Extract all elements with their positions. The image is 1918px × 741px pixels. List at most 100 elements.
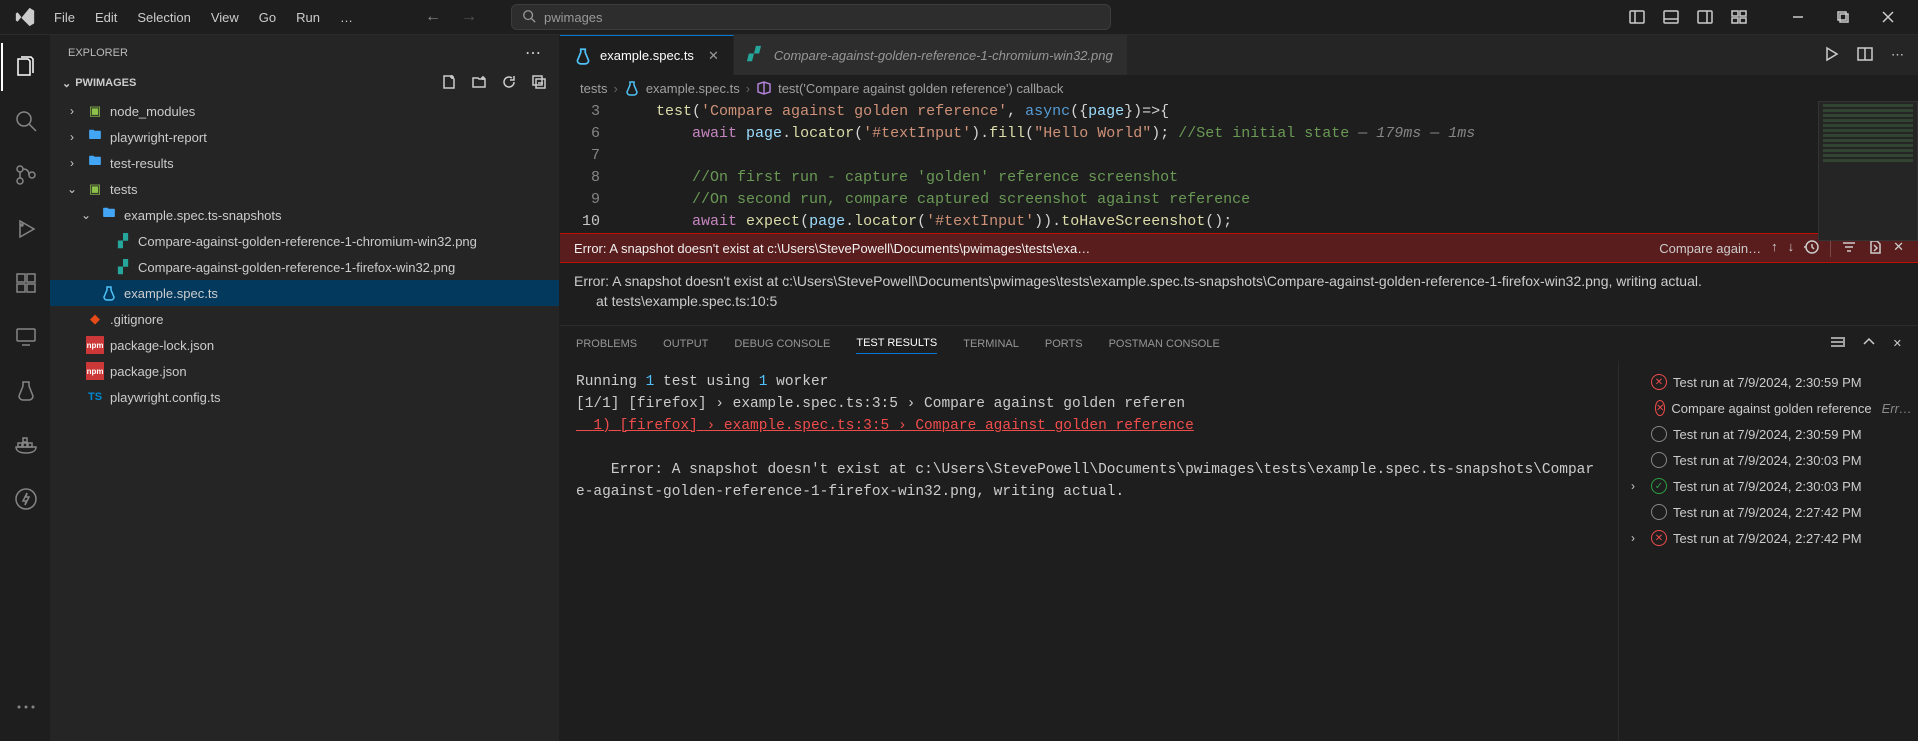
image-icon: ▞ (748, 46, 766, 64)
tree-file-snap-firefox[interactable]: ▞Compare-against-golden-reference-1-fire… (50, 254, 559, 280)
explorer-section-header[interactable]: ⌄ PWIMAGES (50, 70, 559, 96)
activity-search-icon[interactable] (1, 97, 49, 145)
breadcrumb-item[interactable]: test('Compare against golden reference')… (778, 81, 1063, 96)
more-icon[interactable]: ⋯ (1891, 47, 1904, 63)
close-icon[interactable]: ✕ (1893, 239, 1904, 258)
panel-tab-test-results[interactable]: TEST RESULTS (856, 333, 937, 354)
explorer-title: EXPLORER (68, 47, 128, 59)
test-run-item[interactable]: ›✓Test run at 7/9/2024, 2:30:03 PM (1623, 473, 1914, 499)
tree-folder-playwright-report[interactable]: ›🖿playwright-report (50, 124, 559, 150)
maximize-icon[interactable] (1820, 0, 1865, 35)
command-center[interactable]: pwimages (511, 4, 1111, 30)
layout-right-icon[interactable] (1697, 9, 1713, 25)
activity-docker-icon[interactable] (1, 421, 49, 469)
code-lines[interactable]: test('Compare against golden reference',… (620, 101, 1918, 233)
activity-testing-icon[interactable] (1, 367, 49, 415)
history-icon[interactable] (1804, 239, 1820, 258)
arrow-up-icon[interactable]: ↑ (1771, 239, 1778, 258)
tab-example-spec[interactable]: example.spec.ts ✕ (560, 35, 734, 75)
filter-icon[interactable] (1841, 239, 1857, 258)
nav-back-icon[interactable]: ← (425, 8, 441, 26)
menu-file[interactable]: File (46, 6, 83, 29)
tree-file-snap-chromium[interactable]: ▞Compare-against-golden-reference-1-chro… (50, 228, 559, 254)
menu-edit[interactable]: Edit (87, 6, 125, 29)
test-run-item[interactable]: ✕Compare against golden referenceErr… (1623, 395, 1914, 421)
run-label: Compare against golden reference (1671, 401, 1871, 416)
activity-remote-icon[interactable] (1, 313, 49, 361)
tab-snapshot-image[interactable]: ▞ Compare-against-golden-reference-1-chr… (734, 35, 1128, 75)
test-run-item[interactable]: ›✕Test run at 7/9/2024, 2:27:42 PM (1623, 525, 1914, 551)
panel-tab-postman[interactable]: POSTMAN CONSOLE (1109, 334, 1220, 354)
tree-folder-tests[interactable]: ⌄▣tests (50, 176, 559, 202)
test-output[interactable]: Running 1 test using 1 worker [1/1] [fir… (560, 361, 1618, 741)
explorer-more-icon[interactable]: ⋯ (525, 43, 541, 63)
activity-scm-icon[interactable] (1, 151, 49, 199)
menu-go[interactable]: Go (251, 6, 284, 29)
panel-tab-debug-console[interactable]: DEBUG CONSOLE (734, 334, 830, 354)
editor-tab-actions: ⋯ (1823, 35, 1918, 75)
titlebar-right (1629, 0, 1910, 35)
tree-file-playwright-config[interactable]: TSplaywright.config.ts (50, 384, 559, 410)
window-controls (1775, 0, 1910, 35)
chevron-up-icon[interactable] (1861, 334, 1877, 353)
run-label: Test run at 7/9/2024, 2:30:59 PM (1673, 375, 1862, 390)
tree-file-example-spec[interactable]: example.spec.ts (50, 280, 559, 306)
collapse-all-icon[interactable] (531, 74, 547, 93)
menu-more[interactable]: … (332, 6, 361, 29)
peek-error-body[interactable]: Error: A snapshot doesn't exist at c:\Us… (560, 263, 1918, 325)
activity-thunder-icon[interactable] (1, 475, 49, 523)
menu-selection[interactable]: Selection (129, 6, 198, 29)
list-icon[interactable] (1829, 334, 1845, 353)
panel-tab-problems[interactable]: PROBLEMS (576, 334, 637, 354)
panel-tab-terminal[interactable]: TERMINAL (963, 334, 1019, 354)
breadcrumb-item[interactable]: example.spec.ts (646, 81, 740, 96)
close-icon[interactable]: ✕ (1893, 337, 1902, 350)
close-icon[interactable]: ✕ (708, 48, 719, 64)
layout-bottom-icon[interactable] (1663, 9, 1679, 25)
code-editor[interactable]: 3 6 7 8 9 10 test('Compare against golde… (560, 101, 1918, 233)
menu-view[interactable]: View (203, 6, 247, 29)
arrow-down-icon[interactable]: ↓ (1788, 239, 1795, 258)
new-file-icon[interactable] (441, 74, 457, 93)
test-run-item[interactable]: ✕Test run at 7/9/2024, 2:30:59 PM (1623, 369, 1914, 395)
activity-explorer-icon[interactable] (1, 43, 49, 91)
test-run-item[interactable]: Test run at 7/9/2024, 2:30:59 PM (1623, 421, 1914, 447)
activity-extensions-icon[interactable] (1, 259, 49, 307)
goto-file-icon[interactable] (1867, 239, 1883, 258)
editor-tabs: example.spec.ts ✕ ▞ Compare-against-gold… (560, 35, 1918, 75)
chevron-right-icon: › (613, 81, 617, 96)
split-editor-icon[interactable] (1857, 46, 1873, 65)
search-icon (522, 9, 536, 26)
test-file-icon (624, 80, 640, 96)
tree-folder-test-results[interactable]: ›🖿test-results (50, 150, 559, 176)
editor-area: example.spec.ts ✕ ▞ Compare-against-gold… (560, 35, 1918, 741)
test-run-item[interactable]: Test run at 7/9/2024, 2:30:03 PM (1623, 447, 1914, 473)
tree-file-gitignore[interactable]: ◆.gitignore (50, 306, 559, 332)
panel-tab-ports[interactable]: PORTS (1045, 334, 1083, 354)
menu-run[interactable]: Run (288, 6, 328, 29)
breadcrumbs[interactable]: tests › example.spec.ts › test('Compare … (560, 75, 1918, 101)
refresh-icon[interactable] (501, 74, 517, 93)
close-icon[interactable] (1865, 0, 1910, 35)
explorer-actions (441, 74, 547, 93)
breadcrumb-item[interactable]: tests (580, 81, 607, 96)
new-folder-icon[interactable] (471, 74, 487, 93)
minimize-icon[interactable] (1775, 0, 1820, 35)
error-message: Error: A snapshot doesn't exist at c:\Us… (574, 241, 1090, 256)
chevron-icon: › (1631, 479, 1645, 493)
folder-icon: ▣ (86, 180, 104, 198)
layout-grid-icon[interactable] (1731, 9, 1747, 25)
tree-folder-snapshots[interactable]: ⌄🖿example.spec.ts-snapshots (50, 202, 559, 228)
panel-tab-output[interactable]: OUTPUT (663, 334, 708, 354)
nav-forward-icon[interactable]: → (461, 8, 477, 26)
activity-more-icon[interactable] (1, 683, 49, 731)
layout-left-icon[interactable] (1629, 9, 1645, 25)
run-icon[interactable] (1823, 46, 1839, 65)
tree-file-package-lock[interactable]: npmpackage-lock.json (50, 332, 559, 358)
pending-icon (1651, 504, 1667, 520)
test-run-item[interactable]: Test run at 7/9/2024, 2:27:42 PM (1623, 499, 1914, 525)
minimap[interactable] (1818, 101, 1918, 241)
tree-file-package[interactable]: npmpackage.json (50, 358, 559, 384)
tree-folder-node-modules[interactable]: ›▣node_modules (50, 98, 559, 124)
activity-debug-icon[interactable] (1, 205, 49, 253)
